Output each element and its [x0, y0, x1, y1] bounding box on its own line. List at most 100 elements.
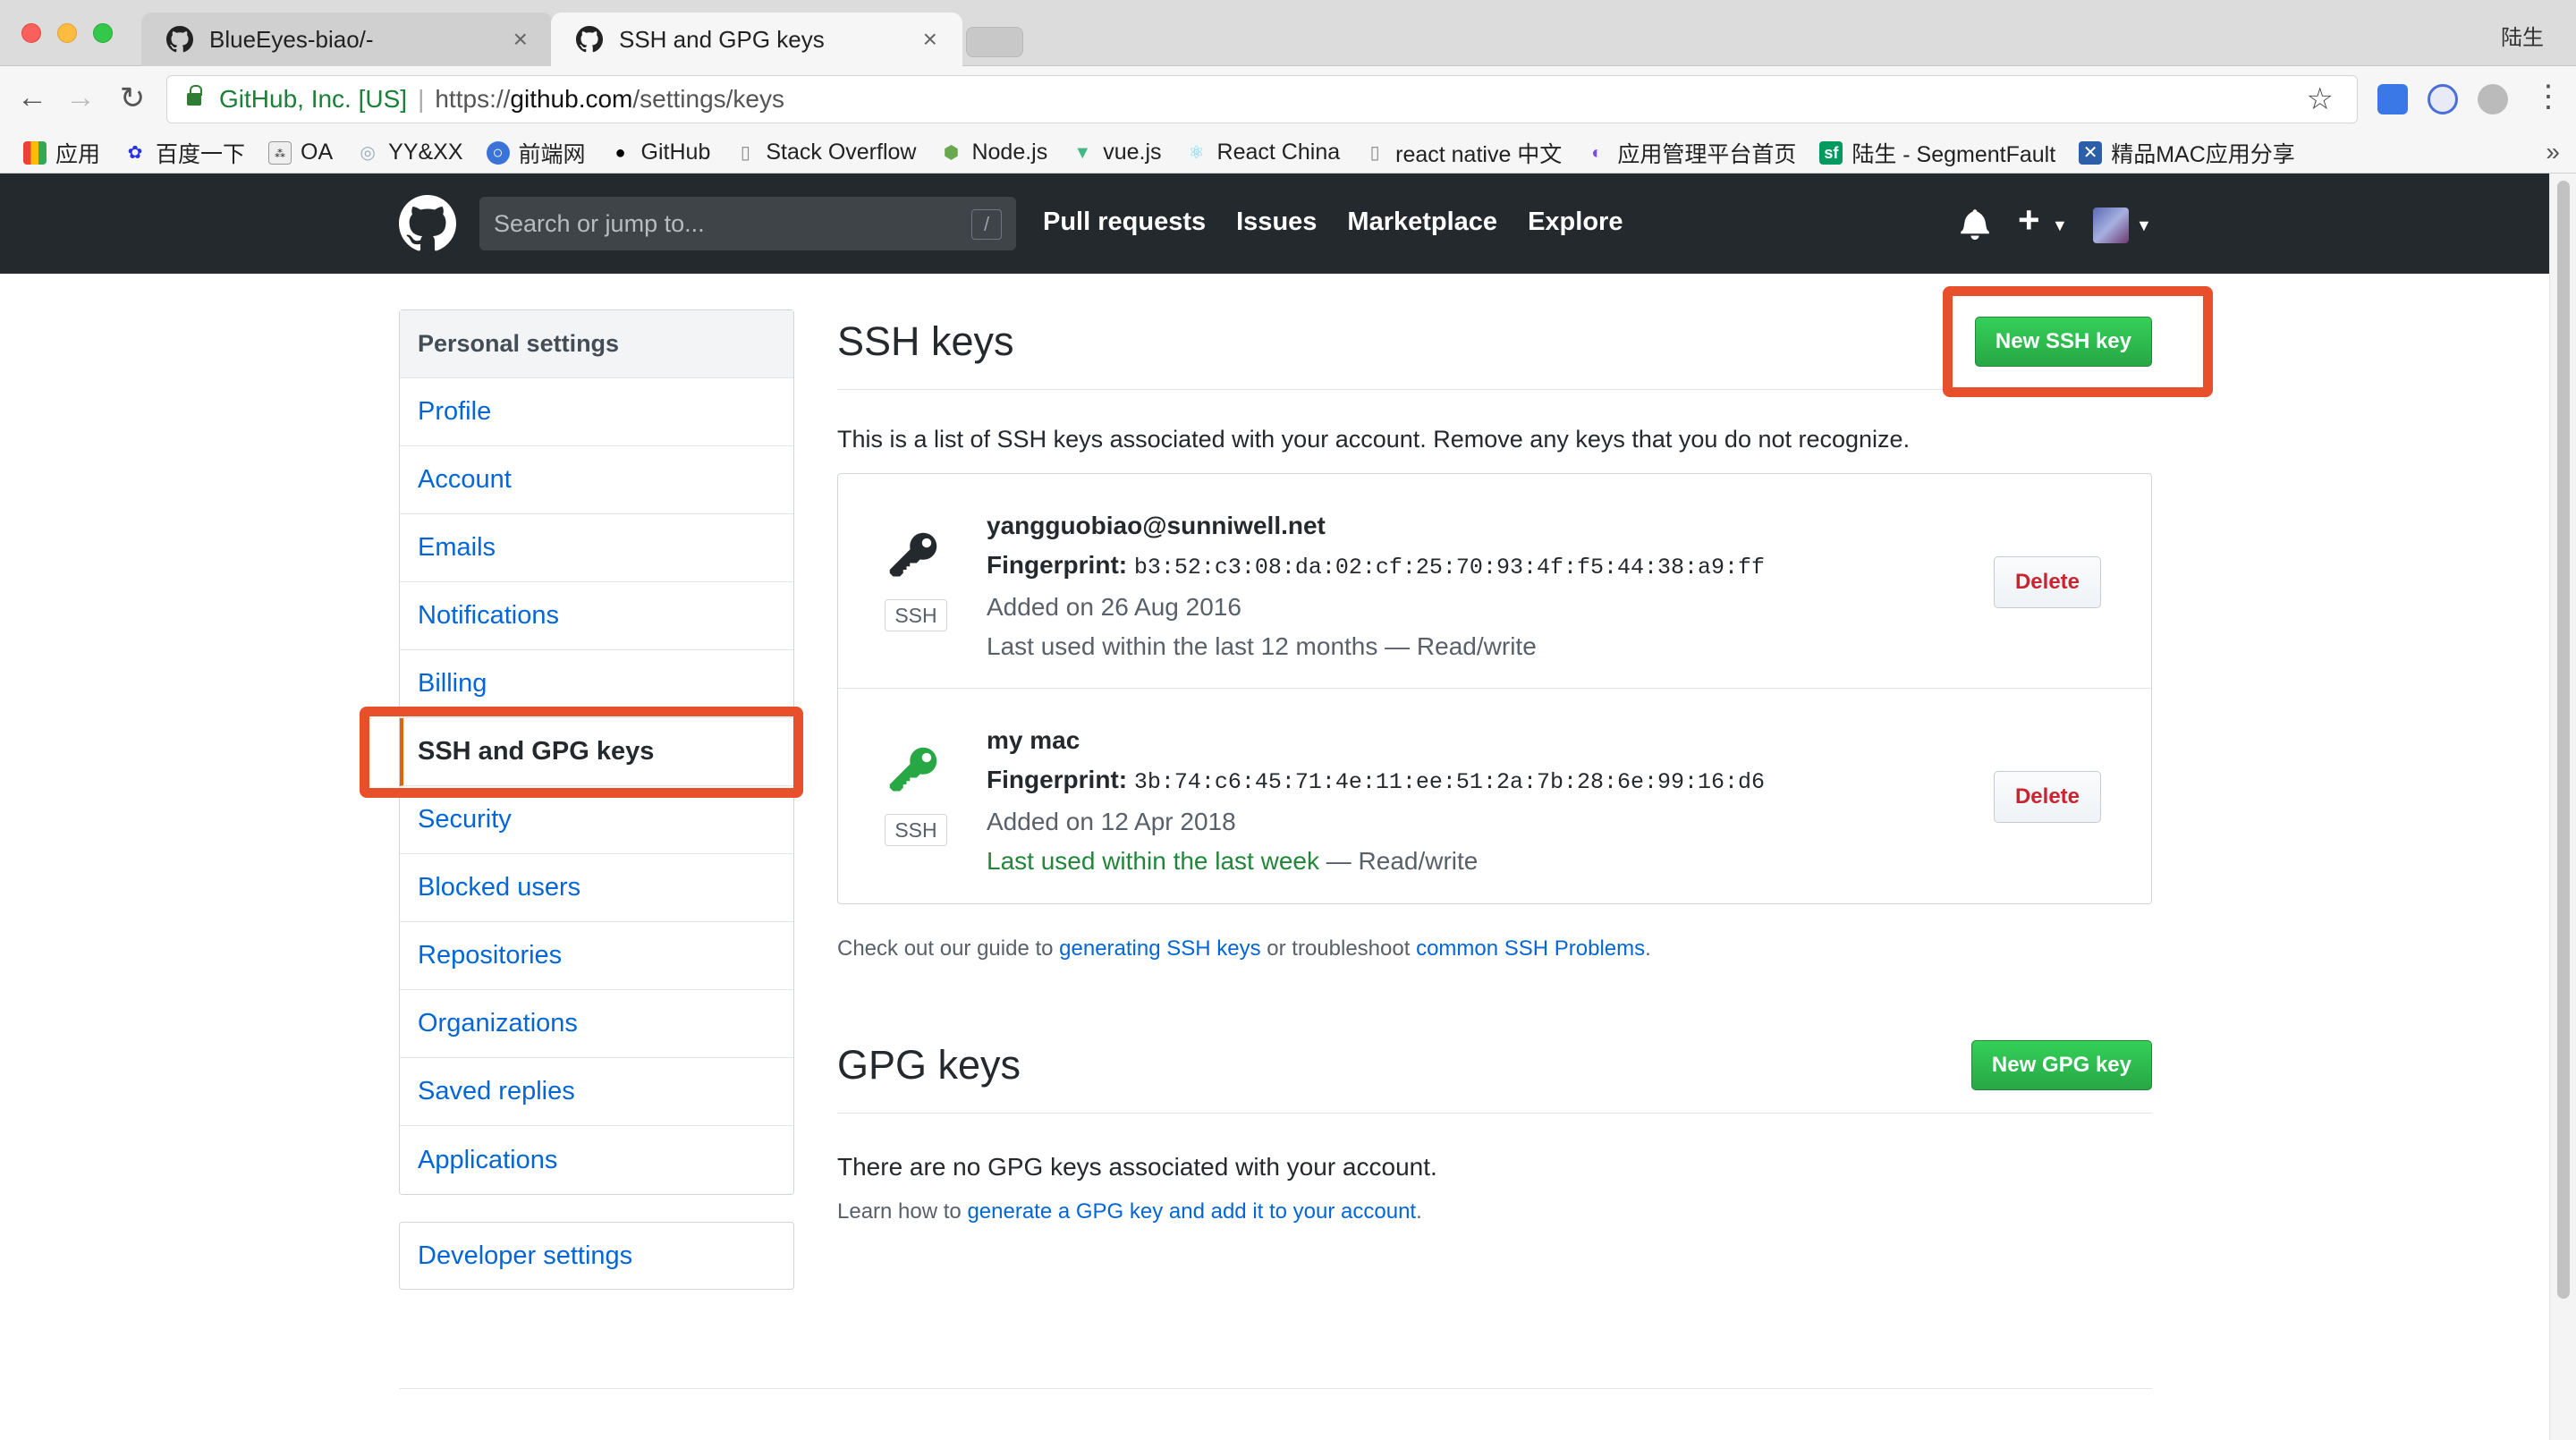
- nav-explore[interactable]: Explore: [1528, 208, 1623, 237]
- sidebar-item-profile[interactable]: Profile: [400, 378, 793, 446]
- close-tab-icon[interactable]: ×: [513, 25, 528, 54]
- sidebar-heading: Personal settings: [400, 310, 793, 378]
- bookmark-oa[interactable]: ⁂ OA: [268, 140, 333, 165]
- ssh-key-fingerprint-line: Fingerprint: 3b:74:c6:45:71:4e:11:ee:51:…: [987, 760, 1765, 802]
- apps-grid-icon: [23, 140, 47, 165]
- sidebar-item-developer-settings[interactable]: Developer settings: [399, 1222, 794, 1290]
- gpg-learn-text: Learn how to generate a GPG key and add …: [837, 1199, 1422, 1224]
- ssh-key-fingerprint: b3:52:c3:08:da:02:cf:25:70:93:4f:f5:44:3…: [1133, 555, 1765, 580]
- minimize-window-button[interactable]: [57, 23, 77, 43]
- no-gpg-keys-message: There are no GPG keys associated with yo…: [837, 1153, 1437, 1181]
- create-new-plus-icon[interactable]: +: [2018, 199, 2040, 241]
- bookmark-apps[interactable]: 应用: [23, 137, 100, 169]
- close-window-button[interactable]: [21, 23, 41, 43]
- ssh-key-usage: Last used within the last 12 months — Re…: [987, 627, 1765, 666]
- ssh-help-text: Check out our guide to generating SSH ke…: [837, 936, 1651, 961]
- new-gpg-key-button[interactable]: New GPG key: [1970, 1040, 2152, 1090]
- browser-profile-name[interactable]: 陆生: [2501, 20, 2544, 51]
- bookmarks-bar: 应用 ✿ 百度一下 ⁂ OA ◎ YY&XX ○ 前端网 ● GitHub ▯ Stack …: [0, 132, 2576, 174]
- lock-icon: [187, 85, 202, 106]
- reload-icon[interactable]: ↻: [114, 80, 150, 116]
- ssh-key-last-used: Last used within the last 12 months: [987, 632, 1378, 660]
- bookmark-stackoverflow[interactable]: ▯ Stack Overflow: [733, 140, 917, 165]
- ssh-key-access: — Read/write: [1318, 847, 1479, 875]
- highlight-box-ssh-gpg-keys: [360, 707, 803, 798]
- delete-ssh-key-button[interactable]: Delete: [1994, 556, 2101, 608]
- ssh-type-badge: SSH: [885, 814, 947, 846]
- ssh-key-title: yangguobiao@sunniwell.net: [987, 512, 1326, 539]
- page-scrollbar[interactable]: [2549, 174, 2576, 1440]
- mac-apps-icon: ✕: [2079, 140, 2103, 165]
- key-icon: [889, 532, 937, 577]
- bookmark-react-china[interactable]: ⚛ React China: [1185, 140, 1341, 165]
- sidebar-item-blocked-users[interactable]: Blocked users: [400, 854, 793, 922]
- extension-icon[interactable]: [2428, 84, 2458, 114]
- zoom-window-button[interactable]: [93, 23, 113, 43]
- bookmark-vuejs[interactable]: ▼ vue.js: [1071, 140, 1161, 165]
- ssh-type-badge: SSH: [885, 599, 947, 631]
- extension-icon[interactable]: [2377, 84, 2408, 114]
- github-logo-icon[interactable]: [399, 195, 456, 252]
- nav-issues[interactable]: Issues: [1236, 208, 1317, 237]
- extension-icon[interactable]: [2478, 84, 2508, 114]
- chevron-down-icon[interactable]: ▼: [2136, 216, 2152, 235]
- github-favicon-icon: [166, 26, 193, 53]
- browser-tab-blueeyes[interactable]: BlueEyes-biao/- ×: [141, 13, 553, 66]
- baidu-paw-icon: ✿: [127, 142, 143, 163]
- bookmark-github[interactable]: ● GitHub: [609, 140, 711, 165]
- bookmark-segmentfault[interactable]: sf 陆生 - SegmentFault: [1819, 137, 2055, 169]
- ssh-key-added: Added on 26 Aug 2016: [987, 593, 1241, 621]
- sidebar-item-notifications[interactable]: Notifications: [400, 582, 793, 650]
- highlight-box-new-ssh-key: [1943, 286, 2213, 397]
- back-arrow-icon[interactable]: ←: [14, 80, 50, 115]
- sidebar-item-organizations[interactable]: Organizations: [400, 990, 793, 1058]
- page-icon: ▯: [1369, 142, 1380, 163]
- globe-icon: ◎: [360, 142, 376, 163]
- more-bookmarks-icon[interactable]: »: [2546, 138, 2560, 166]
- bookmark-nodejs[interactable]: ⬢ Node.js: [939, 140, 1048, 165]
- browser-toolbar: ← → ↻ GitHub, Inc. [US] | https://github…: [0, 66, 2576, 132]
- bookmark-star-icon[interactable]: ☆: [2307, 81, 2334, 117]
- new-tab-button[interactable]: [966, 27, 1023, 57]
- oa-icon: ⁂: [268, 140, 292, 165]
- github-header: Search or jump to... / Pull requests Iss…: [0, 174, 2549, 274]
- scrollbar-thumb[interactable]: [2557, 181, 2570, 1299]
- nav-pull-requests[interactable]: Pull requests: [1043, 208, 1206, 237]
- sidebar-item-account[interactable]: Account: [400, 446, 793, 514]
- user-avatar[interactable]: [2093, 208, 2129, 243]
- ssh-key-access: — Read/write: [1377, 632, 1537, 660]
- sidebar-item-saved-replies[interactable]: Saved replies: [400, 1058, 793, 1126]
- sidebar-item-applications[interactable]: Applications: [400, 1126, 793, 1194]
- settings-main: SSH keys New SSH key This is a list of S…: [837, 309, 2152, 1224]
- bookmark-mac-apps[interactable]: ✕ 精品MAC应用分享: [2079, 137, 2295, 169]
- browser-menu-icon[interactable]: ⋮: [2533, 79, 2563, 114]
- forward-arrow-icon[interactable]: →: [63, 80, 98, 115]
- generating-ssh-keys-link[interactable]: generating SSH keys: [1059, 936, 1260, 961]
- nav-marketplace[interactable]: Marketplace: [1347, 208, 1497, 237]
- sidebar-item-repositories[interactable]: Repositories: [400, 922, 793, 990]
- ssh-key-list: SSH yangguobiao@sunniwell.net Fingerprin…: [837, 473, 2152, 904]
- generate-gpg-key-link[interactable]: generate a GPG key and add it to your ac…: [967, 1199, 1416, 1224]
- sidebar-item-emails[interactable]: Emails: [400, 514, 793, 582]
- bookmark-baidu[interactable]: ✿ 百度一下: [123, 137, 245, 169]
- address-bar[interactable]: GitHub, Inc. [US] | https://github.com/s…: [166, 75, 2358, 123]
- chevron-down-icon[interactable]: ▼: [2052, 216, 2068, 235]
- nodejs-icon: ⬢: [943, 142, 960, 163]
- notifications-bell-icon[interactable]: [1959, 208, 1991, 240]
- ssh-key-added: Added on 12 Apr 2018: [987, 808, 1236, 835]
- close-tab-icon[interactable]: ×: [923, 25, 937, 54]
- url-scheme: https://: [435, 85, 511, 113]
- browser-tab-ssh-keys[interactable]: SSH and GPG keys ×: [551, 13, 962, 66]
- key-icon: [889, 747, 937, 792]
- ssh-key-fingerprint-line: Fingerprint: b3:52:c3:08:da:02:cf:25:70:…: [987, 546, 1765, 588]
- bookmark-yyxx[interactable]: ◎ YY&XX: [356, 140, 462, 165]
- common-ssh-problems-link[interactable]: common SSH Problems: [1416, 936, 1645, 961]
- delete-ssh-key-button[interactable]: Delete: [1994, 771, 2101, 823]
- page-icon: ▯: [740, 142, 750, 163]
- github-favicon-icon: [576, 26, 603, 53]
- ssh-keys-title: SSH keys: [837, 318, 1014, 364]
- bookmark-qianduan[interactable]: ○ 前端网: [486, 137, 586, 169]
- bookmark-app-platform[interactable]: ◐ 应用管理平台首页: [1585, 137, 1796, 169]
- bookmark-react-native[interactable]: ▯ react native 中文: [1363, 137, 1563, 169]
- github-search-input[interactable]: Search or jump to... /: [479, 197, 1016, 250]
